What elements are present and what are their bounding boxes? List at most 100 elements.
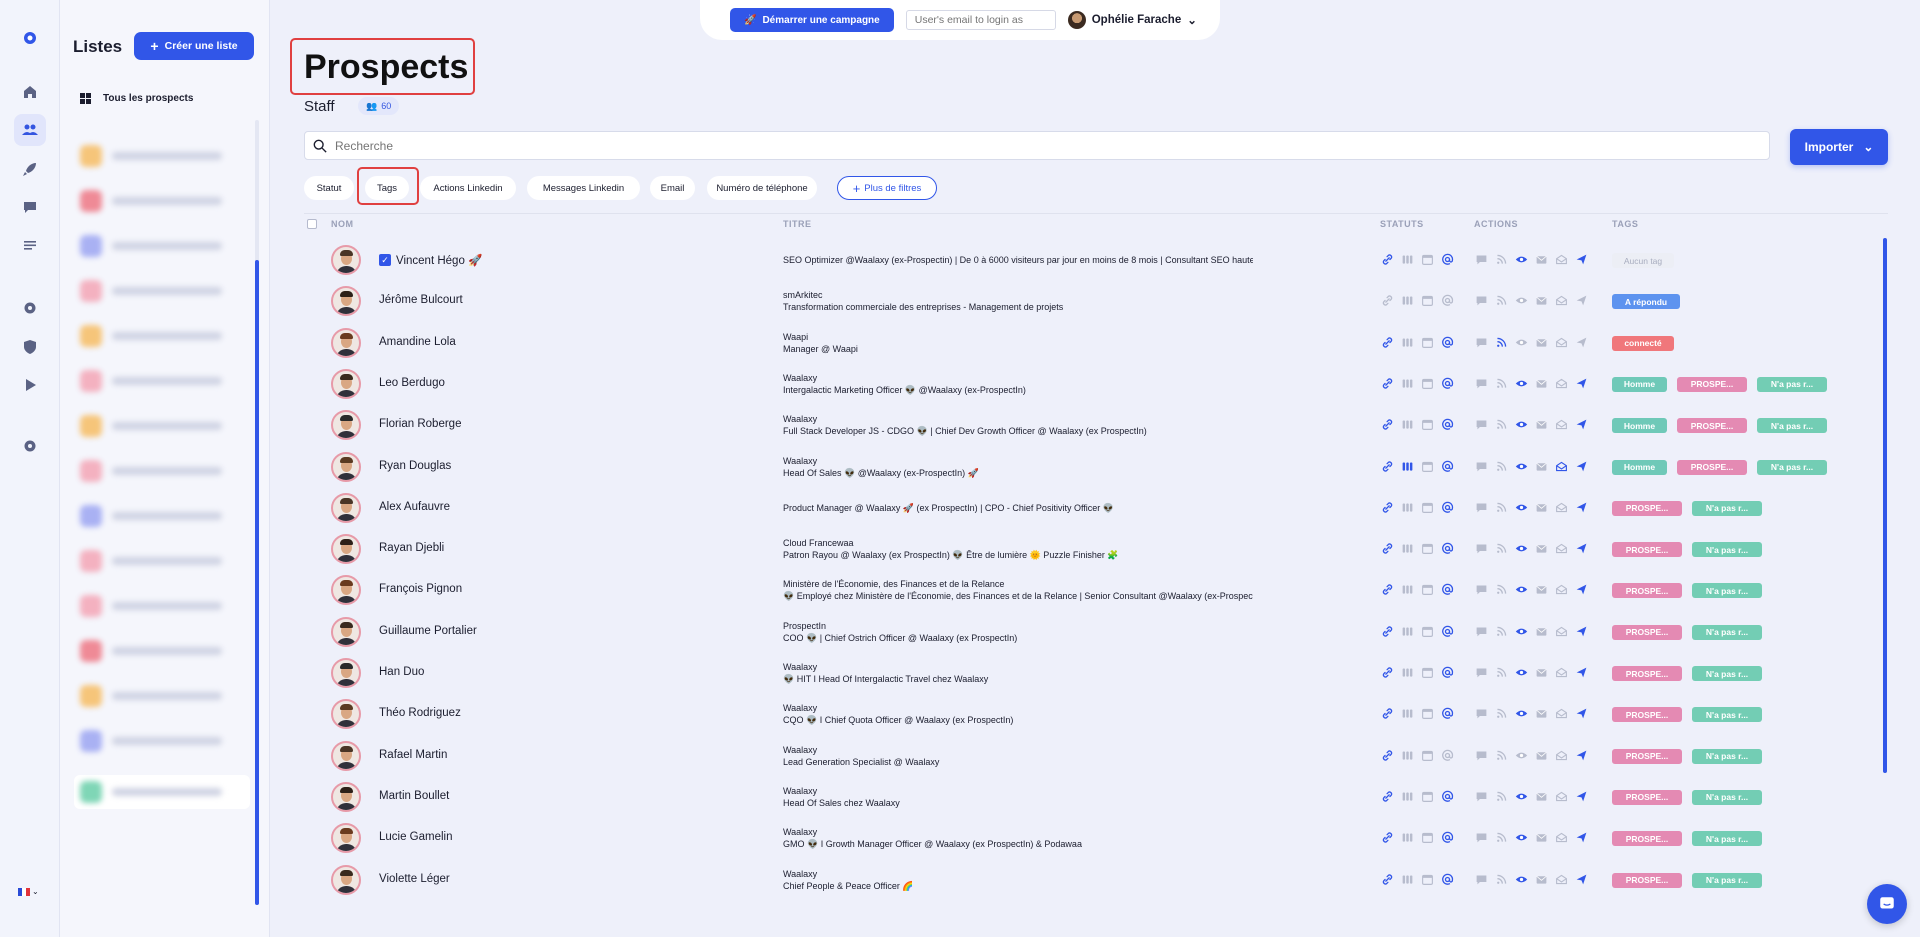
chat-icon[interactable] [1474,789,1489,804]
mail-icon[interactable] [1534,252,1549,267]
people-icon[interactable] [1400,706,1415,721]
start-campaign-button[interactable]: 🚀 Démarrer une campagne [730,8,894,32]
tag-badge[interactable]: PROSPE... [1612,666,1682,681]
prospect-name[interactable]: Rayan Djebli [379,542,444,554]
rss-icon[interactable] [1494,582,1509,597]
avatar[interactable] [331,368,361,399]
tag-badge[interactable]: PROSPE... [1677,376,1747,392]
rss-icon[interactable] [1494,417,1509,432]
avatar[interactable] [331,534,361,565]
eye-icon[interactable] [1514,500,1529,515]
chat-icon[interactable] [1474,665,1489,680]
calendar-icon[interactable] [1420,830,1435,845]
at-icon[interactable] [1440,459,1455,474]
header-nom[interactable]: NOM [331,219,354,229]
prospect-name[interactable]: ✓ Vincent Hégo 🚀 [379,253,482,267]
mail-icon[interactable] [1534,872,1549,887]
list-item[interactable] [80,595,240,617]
rss-icon[interactable] [1494,706,1509,721]
calendar-icon[interactable] [1420,541,1435,556]
table-row[interactable]: Rafael Martin Waalaxy Lead Generation Spec… [304,736,1880,776]
calendar-icon[interactable] [1420,459,1435,474]
mail-icon[interactable] [1534,293,1549,308]
calendar-icon[interactable] [1420,335,1435,350]
tag-badge[interactable]: PROSPE... [1612,748,1682,764]
tag-badge[interactable]: N'a pas r... [1757,459,1827,475]
rss-icon[interactable] [1494,500,1509,515]
table-row[interactable]: François Pignon Ministère de l'Économie, … [304,570,1880,610]
table-row[interactable]: Guillaume Portalier ProspectIn COO 👽 | Chi… [304,612,1880,652]
eye-icon[interactable] [1514,417,1529,432]
table-row[interactable]: Alex Aufauvre Product Manager @ Waalaxy 🚀… [304,488,1880,528]
list-icon[interactable] [14,229,46,261]
list-item[interactable] [80,190,240,212]
link-icon[interactable] [1380,748,1395,763]
send-icon[interactable] [1574,541,1589,556]
mail-open-icon[interactable] [1554,459,1569,474]
tag-badge[interactable]: N'a pas r... [1757,376,1827,392]
eye-icon[interactable] [1514,706,1529,721]
tag-badge[interactable]: A répondu [1612,294,1680,310]
mail-open-icon[interactable] [1554,417,1569,432]
tag-badge[interactable]: PROSPE... [1612,789,1682,805]
tag-badge[interactable]: PROSPE... [1612,542,1682,558]
header-tags[interactable]: TAGS [1612,219,1638,229]
chat-icon[interactable] [1474,293,1489,308]
table-row[interactable]: Rayan Djebli Cloud Francewaa Patron Rayou … [304,529,1880,569]
list-item[interactable] [80,235,240,257]
send-icon[interactable] [1574,748,1589,763]
list-item[interactable] [80,505,240,527]
tag-badge[interactable]: PROSPE... [1612,624,1682,640]
people-icon[interactable] [1400,665,1415,680]
tag-badge[interactable]: Aucun tag [1612,253,1674,268]
users-icon[interactable] [14,114,46,146]
people-icon[interactable] [1400,830,1415,845]
avatar[interactable] [331,864,361,895]
all-prospects-item[interactable]: Tous les prospects [80,93,193,104]
header-actions[interactable]: ACTIONS [1474,219,1518,229]
mail-icon[interactable] [1534,335,1549,350]
tag-badge[interactable]: Homme [1612,376,1667,392]
avatar[interactable] [331,575,361,606]
tag-badge[interactable]: PROSPE... [1677,418,1747,434]
list-item[interactable] [80,370,240,392]
send-icon[interactable] [1574,582,1589,597]
prospect-name[interactable]: Alex Aufauvre [379,501,450,513]
prospect-name[interactable]: Ryan Douglas [379,460,451,472]
prospect-name[interactable]: Martin Boullet [379,790,449,802]
rss-icon[interactable] [1494,335,1509,350]
rss-icon[interactable] [1494,252,1509,267]
chat-button[interactable] [1867,884,1907,924]
tag-badge[interactable]: Homme [1612,418,1667,434]
chat-icon[interactable] [1474,830,1489,845]
create-list-button[interactable]: + Créer une liste [134,32,254,60]
mail-open-icon[interactable] [1554,541,1569,556]
people-icon[interactable] [1400,459,1415,474]
people-icon[interactable] [1400,417,1415,432]
eye-icon[interactable] [1514,252,1529,267]
tag-badge[interactable]: PROSPE... [1612,831,1682,847]
header-titre[interactable]: TITRE [783,219,812,229]
filter-actions-linkedin[interactable]: Actions Linkedin [420,176,516,200]
tag-badge[interactable]: N'a pas r... [1692,789,1762,805]
avatar[interactable] [331,286,361,317]
chat-icon[interactable] [1474,624,1489,639]
calendar-icon[interactable] [1420,252,1435,267]
eye-icon[interactable] [1514,335,1529,350]
user-menu[interactable]: Ophélie Farache ⌄ [1067,11,1197,29]
send-icon[interactable] [1574,706,1589,721]
eye-icon[interactable] [1514,872,1529,887]
link-icon[interactable] [1380,293,1395,308]
prospect-name[interactable]: Théo Rodriguez [379,707,461,719]
header-statuts[interactable]: STATUTS [1380,219,1424,229]
tag-badge[interactable]: N'a pas r... [1692,624,1762,640]
avatar[interactable] [331,781,361,812]
table-row[interactable]: Jérôme Bulcourt smArkitec Transformation c… [304,281,1880,321]
list-item[interactable] [80,730,240,752]
tag-badge[interactable]: PROSPE... [1677,459,1747,475]
eye-icon[interactable] [1514,293,1529,308]
send-icon[interactable] [1574,252,1589,267]
prospect-name[interactable]: Violette Léger [379,873,450,885]
calendar-icon[interactable] [1420,748,1435,763]
people-icon[interactable] [1400,789,1415,804]
